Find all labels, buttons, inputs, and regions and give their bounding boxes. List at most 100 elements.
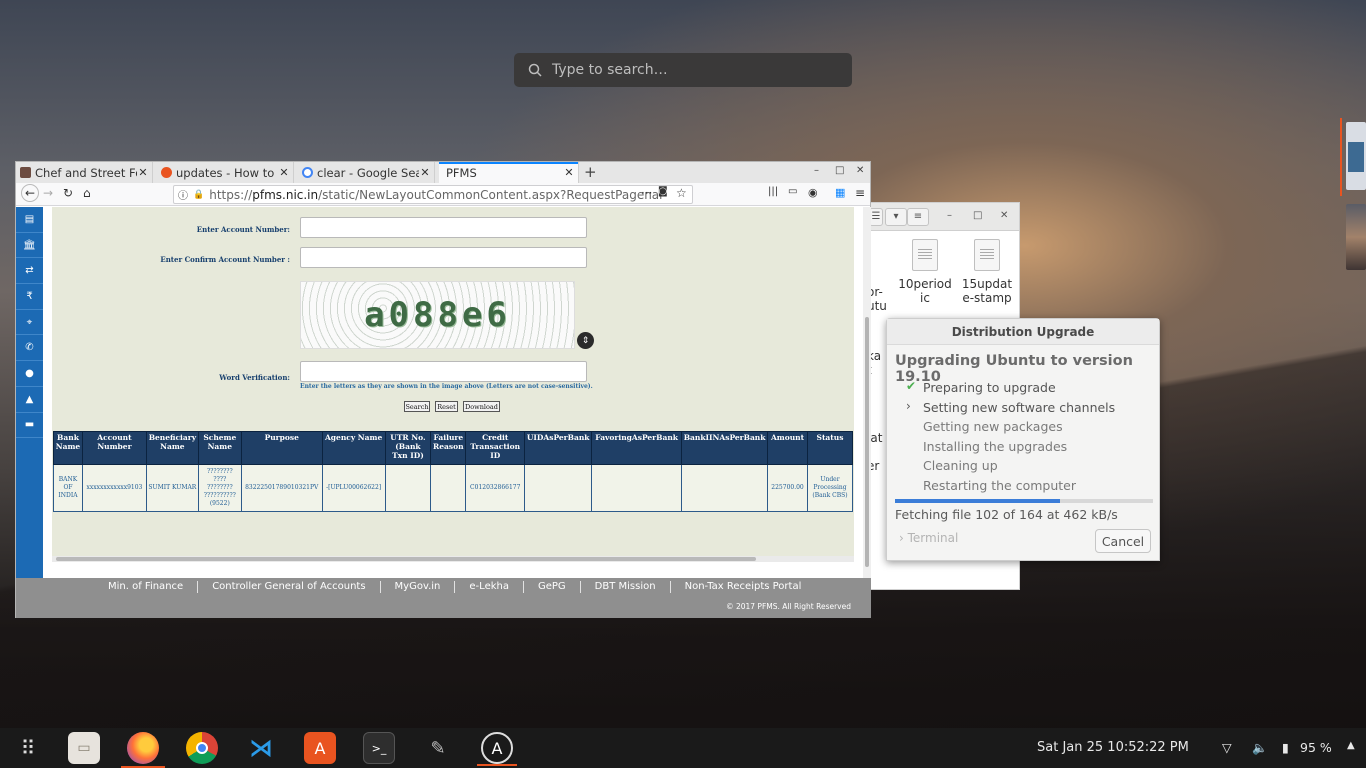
close-tab-icon[interactable]: ✕	[137, 166, 149, 179]
gimp-icon[interactable]: ✎	[422, 732, 454, 764]
software-updater-icon[interactable]: A	[477, 732, 517, 766]
captcha-text: a088e6	[364, 295, 511, 335]
battery-icon[interactable]: ▮	[1282, 740, 1289, 755]
chat-icon[interactable]: ●	[16, 361, 43, 387]
refresh-captcha-icon[interactable]: ⇕	[577, 332, 594, 349]
list-icon[interactable]: ▤	[16, 207, 43, 233]
confirm-account-input[interactable]	[300, 247, 587, 268]
pocket-icon[interactable]: ◙	[658, 186, 668, 197]
document-icon	[974, 239, 1000, 271]
step-preparing: Preparing to upgrade	[923, 380, 1056, 395]
footer-link[interactable]: DBT Mission	[581, 581, 671, 593]
phone-icon[interactable]: ✆	[16, 335, 43, 362]
tab-updates[interactable]: updates - How to se ✕	[157, 162, 294, 183]
clock[interactable]: Sat Jan 25 10:52:22 PM	[1037, 740, 1189, 755]
home-icon[interactable]: ⌂	[83, 186, 91, 200]
files-icon[interactable]: ▭	[68, 732, 100, 764]
tab-pfms[interactable]: PFMS ✕	[439, 162, 579, 183]
vscode-icon[interactable]: ⋊	[245, 732, 277, 764]
horizontal-scrollbar[interactable]	[52, 556, 854, 562]
files-sort-button[interactable]: ▾	[885, 208, 907, 226]
bank-icon[interactable]: 🏛	[16, 233, 43, 259]
column-header: Credit Transaction ID	[465, 431, 526, 465]
lock-icon: 🔒	[193, 189, 205, 200]
tab-chef[interactable]: Chef and Street Fo ✕	[16, 162, 153, 183]
battery-percent[interactable]: 95 %	[1300, 740, 1332, 755]
file-item[interactable]: 10period ic	[895, 239, 955, 305]
page-actions-icon[interactable]: ···	[641, 186, 652, 200]
confirm-account-label: Enter Confirm Account Number :	[160, 255, 290, 264]
extensions-icon[interactable]: ▦	[835, 186, 845, 199]
footer-link[interactable]: MyGov.in	[381, 581, 456, 593]
terminal-expander[interactable]: › Terminal	[899, 531, 958, 545]
step-channels: Setting new software channels	[923, 400, 1116, 415]
activities-search[interactable]: Type to search…	[514, 53, 852, 87]
file-item[interactable]: 15updat e-stamp	[957, 239, 1017, 305]
network-icon[interactable]: ▽	[1222, 740, 1232, 755]
tab-label: PFMS	[446, 165, 477, 180]
vertical-scrollbar[interactable]	[863, 207, 871, 578]
results-table: Bank Name Account Number Beneficiary Name S…	[53, 431, 853, 512]
footer-link[interactable]: GePG	[524, 581, 581, 593]
table-cell: ???????? ???? ???????? ?????????? (9522)	[197, 464, 242, 512]
reset-button[interactable]: Reset	[435, 401, 458, 412]
system-menu-icon[interactable]: ▲	[1347, 740, 1355, 751]
search-button[interactable]: Search	[404, 401, 430, 412]
forward-icon[interactable]: →	[43, 186, 53, 200]
scrollbar-thumb[interactable]	[865, 317, 869, 567]
chrome-icon[interactable]	[186, 732, 218, 764]
files-view-icon[interactable]: ☰	[869, 208, 883, 226]
account-icon[interactable]: ◉	[808, 186, 818, 199]
volume-icon[interactable]: 🔈	[1252, 740, 1268, 756]
column-header: FavoringAsPerBank	[591, 431, 683, 465]
library-icon[interactable]: |||	[768, 186, 778, 197]
check-icon: ✔	[906, 379, 917, 393]
account-number-label: Enter Account Number:	[196, 225, 290, 234]
sidebar-icon[interactable]: ▭	[788, 186, 797, 197]
new-tab-icon[interactable]: +	[584, 163, 597, 181]
footer-link[interactable]: e-Lekha	[455, 581, 524, 593]
search-placeholder: Type to search…	[552, 62, 668, 78]
rupee-icon[interactable]: ₹	[16, 284, 43, 310]
menu-icon[interactable]: ≡	[855, 186, 865, 200]
app-grid-icon[interactable]: ⠿	[12, 732, 44, 764]
account-number-input[interactable]	[300, 217, 587, 238]
download-button[interactable]: Download	[463, 401, 500, 412]
back-icon[interactable]: ←	[21, 184, 39, 202]
minimize-icon[interactable]: –	[814, 165, 819, 176]
files-menu-button[interactable]: ≡	[907, 208, 929, 226]
close-tab-icon[interactable]: ✕	[563, 166, 575, 179]
cancel-button[interactable]: Cancel	[1095, 529, 1151, 553]
workspace-thumbnail-2[interactable]	[1346, 204, 1366, 270]
footer-link[interactable]: Controller General of Accounts	[198, 581, 381, 593]
warning-icon[interactable]: ▲	[16, 387, 43, 413]
close-icon[interactable]: ✕	[1000, 210, 1008, 221]
close-tab-icon[interactable]: ✕	[419, 166, 431, 179]
firefox-icon[interactable]	[121, 732, 165, 768]
table-cell: 225700.00	[767, 464, 808, 512]
tab-google[interactable]: clear - Google Sear ✕	[298, 162, 435, 183]
info-icon[interactable]: ⓘ	[178, 187, 188, 202]
scrollbar-thumb[interactable]	[56, 557, 756, 561]
workspace-thumbnail-1[interactable]	[1346, 122, 1366, 190]
footer-link[interactable]: Min. of Finance	[94, 581, 199, 593]
briefcase-icon[interactable]: ▬	[16, 413, 43, 439]
url-bar[interactable]: ⓘ 🔒 https://pfms.nic.in/static/NewLayout…	[173, 185, 693, 204]
footer-link[interactable]: Non-Tax Receipts Portal	[671, 581, 816, 593]
step-installing: Installing the upgrades	[923, 439, 1068, 454]
minimize-icon[interactable]: –	[947, 210, 952, 221]
word-verification-input[interactable]	[300, 361, 587, 382]
close-tab-icon[interactable]: ✕	[278, 166, 290, 179]
close-icon[interactable]: ✕	[856, 165, 864, 176]
software-center-icon[interactable]: A	[304, 732, 336, 764]
terminal-icon[interactable]: >_	[363, 732, 395, 764]
transfer-icon[interactable]: ⇄	[16, 258, 43, 285]
reload-icon[interactable]: ↻	[63, 186, 73, 200]
url-scheme: https://	[209, 187, 253, 202]
bookmark-star-icon[interactable]: ☆	[676, 186, 687, 200]
upgrade-progress-bar	[895, 499, 1153, 503]
table-cell: -[UPLU00062622]	[321, 464, 386, 512]
maximize-icon[interactable]: □	[973, 210, 982, 221]
maximize-icon[interactable]: □	[835, 165, 844, 176]
location-icon[interactable]: ⌖	[16, 310, 43, 336]
